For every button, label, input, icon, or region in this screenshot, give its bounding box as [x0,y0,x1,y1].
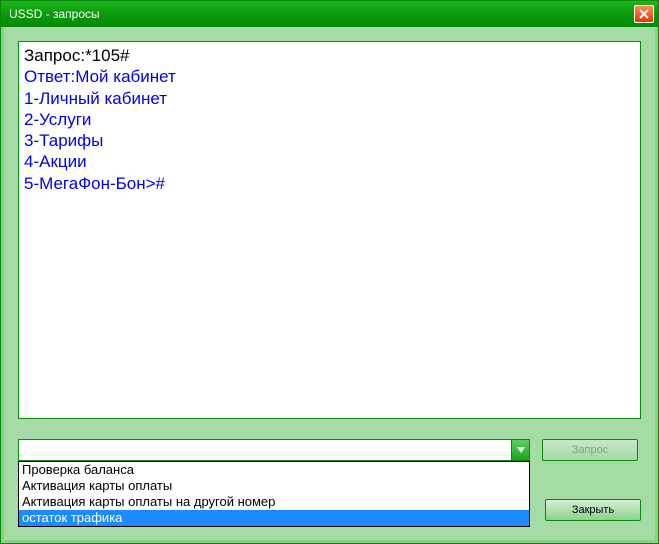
command-combo[interactable] [18,439,530,461]
chevron-down-icon[interactable] [511,440,529,460]
request-line: Запрос:*105# [24,45,635,66]
titlebar[interactable]: USSD - запросы [1,1,658,27]
dropdown-option[interactable]: Проверка баланса [19,462,529,478]
window-title: USSD - запросы [9,7,634,21]
ussd-window: USSD - запросы Запрос:*105# Ответ:Мой ка… [0,0,659,544]
dropdown-option[interactable]: остаток трафика [19,510,529,526]
response-line: 3-Тарифы [24,130,635,151]
command-input[interactable] [19,440,511,460]
command-dropdown[interactable]: Проверка баланса Активация карты оплаты … [18,461,530,527]
response-line: Ответ:Мой кабинет [24,66,635,87]
command-combo-wrap: Проверка баланса Активация карты оплаты … [18,439,530,461]
response-line: 1-Личный кабинет [24,88,635,109]
close-button[interactable]: Закрыть [545,499,641,521]
response-output: Запрос:*105# Ответ:Мой кабинет 1-Личный … [18,41,641,419]
dropdown-option[interactable]: Активация карты оплаты [19,478,529,494]
controls-area: Проверка баланса Активация карты оплаты … [18,439,641,461]
response-line: 5-МегаФон-Бон># [24,173,635,194]
close-icon[interactable] [634,5,654,23]
response-line: 4-Акции [24,151,635,172]
client-area: Запрос:*105# Ответ:Мой кабинет 1-Личный … [4,27,655,540]
dropdown-option[interactable]: Активация карты оплаты на другой номер [19,494,529,510]
request-button[interactable]: Запрос [542,439,638,461]
response-line: 2-Услуги [24,109,635,130]
command-row: Проверка баланса Активация карты оплаты … [18,439,641,461]
